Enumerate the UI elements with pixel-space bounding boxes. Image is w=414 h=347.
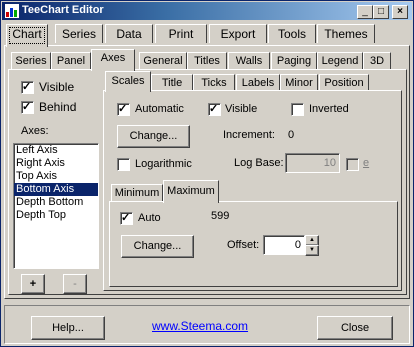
axis-item-depth-bottom[interactable]: Depth Bottom	[14, 196, 98, 209]
tab-ticks[interactable]: Ticks	[193, 74, 235, 91]
auto-label: Auto	[138, 212, 161, 224]
maximum-value: 599	[211, 210, 230, 222]
logbase-field[interactable]: 10	[285, 153, 340, 173]
tab-chart-3d[interactable]: 3D	[363, 52, 391, 69]
tab-chart[interactable]: Chart	[6, 24, 48, 47]
offset-field[interactable]: 0	[263, 235, 305, 255]
axis-item-depth-top[interactable]: Depth Top	[14, 209, 98, 222]
steema-link[interactable]: www.Steema.com	[152, 319, 248, 333]
tab-maximum[interactable]: Maximum	[163, 180, 219, 203]
visible-checkbox[interactable]: ✓	[21, 81, 34, 94]
minimize-button[interactable]: _	[357, 5, 373, 19]
tab-chart-panel[interactable]: Panel	[51, 52, 91, 69]
add-axis-button[interactable]: +	[21, 274, 45, 294]
logarithmic-checkbox[interactable]	[117, 158, 130, 171]
inverted-label: Inverted	[309, 103, 349, 115]
help-button[interactable]: Help...	[31, 316, 105, 340]
close-window-button[interactable]: ×	[392, 5, 408, 19]
teechart-app-icon	[5, 4, 19, 18]
automatic-checkbox[interactable]: ✓	[117, 103, 130, 116]
visible-label: Visible	[39, 80, 75, 94]
tab-series[interactable]: Series	[55, 24, 103, 43]
behind-checkbox[interactable]: ✓	[21, 101, 34, 114]
title-bar: TeeChart Editor _ □ ×	[2, 2, 412, 20]
logarithmic-label: Logarithmic	[135, 158, 192, 170]
axes-label: Axes:	[21, 125, 49, 137]
behind-label: Behind	[39, 100, 77, 114]
tab-export[interactable]: Export	[209, 24, 267, 43]
tab-tools[interactable]: Tools	[268, 24, 316, 43]
axis-item-top[interactable]: Top Axis	[14, 170, 98, 183]
tab-chart-series[interactable]: Series	[11, 52, 51, 69]
axis-item-bottom[interactable]: Bottom Axis	[14, 183, 98, 196]
scales-change-button[interactable]: Change...	[117, 125, 190, 148]
axes-listbox[interactable]: Left Axis Right Axis Top Axis Bottom Axi…	[13, 143, 99, 269]
tab-chart-titles[interactable]: Titles	[187, 52, 227, 69]
teechart-editor-window: TeeChart Editor _ □ × Chart Series Data …	[0, 0, 414, 347]
tab-chart-legend[interactable]: Legend	[317, 52, 363, 69]
tab-title[interactable]: Title	[151, 74, 193, 91]
tab-position[interactable]: Position	[319, 74, 369, 91]
logbase-label: Log Base:	[234, 157, 284, 169]
remove-axis-button[interactable]: -	[63, 274, 87, 294]
tab-chart-axes[interactable]: Axes	[91, 49, 135, 71]
e-label: e	[363, 157, 370, 169]
tab-minor[interactable]: Minor	[280, 74, 318, 91]
offset-down-arrow-icon[interactable]: ▼	[305, 245, 319, 256]
maximum-change-button[interactable]: Change...	[121, 235, 194, 258]
inverted-checkbox[interactable]	[291, 103, 304, 116]
window-title: TeeChart Editor	[22, 4, 104, 16]
tab-chart-general[interactable]: General	[139, 52, 187, 69]
tab-print[interactable]: Print	[155, 24, 207, 43]
e-checkbox[interactable]	[346, 158, 359, 171]
maximize-button[interactable]: □	[373, 5, 389, 19]
auto-checkbox[interactable]: ✓	[120, 212, 133, 225]
axis-item-left[interactable]: Left Axis	[14, 144, 98, 157]
axis-item-right[interactable]: Right Axis	[14, 157, 98, 170]
close-button[interactable]: Close	[317, 316, 393, 340]
automatic-label: Automatic	[135, 103, 184, 115]
increment-label: Increment:	[223, 129, 275, 141]
tab-labels[interactable]: Labels	[236, 74, 280, 91]
tab-scales[interactable]: Scales	[105, 71, 151, 92]
axis-visible-checkbox[interactable]: ✓	[208, 103, 221, 116]
tab-chart-paging[interactable]: Paging	[271, 52, 317, 69]
tab-chart-walls[interactable]: Walls	[228, 52, 270, 69]
tab-themes[interactable]: Themes	[317, 24, 375, 43]
offset-label: Offset:	[227, 239, 260, 251]
tab-data[interactable]: Data	[105, 24, 153, 43]
tab-minimum[interactable]: Minimum	[111, 184, 163, 201]
increment-value: 0	[288, 129, 295, 141]
axis-visible-label: Visible	[225, 103, 258, 115]
